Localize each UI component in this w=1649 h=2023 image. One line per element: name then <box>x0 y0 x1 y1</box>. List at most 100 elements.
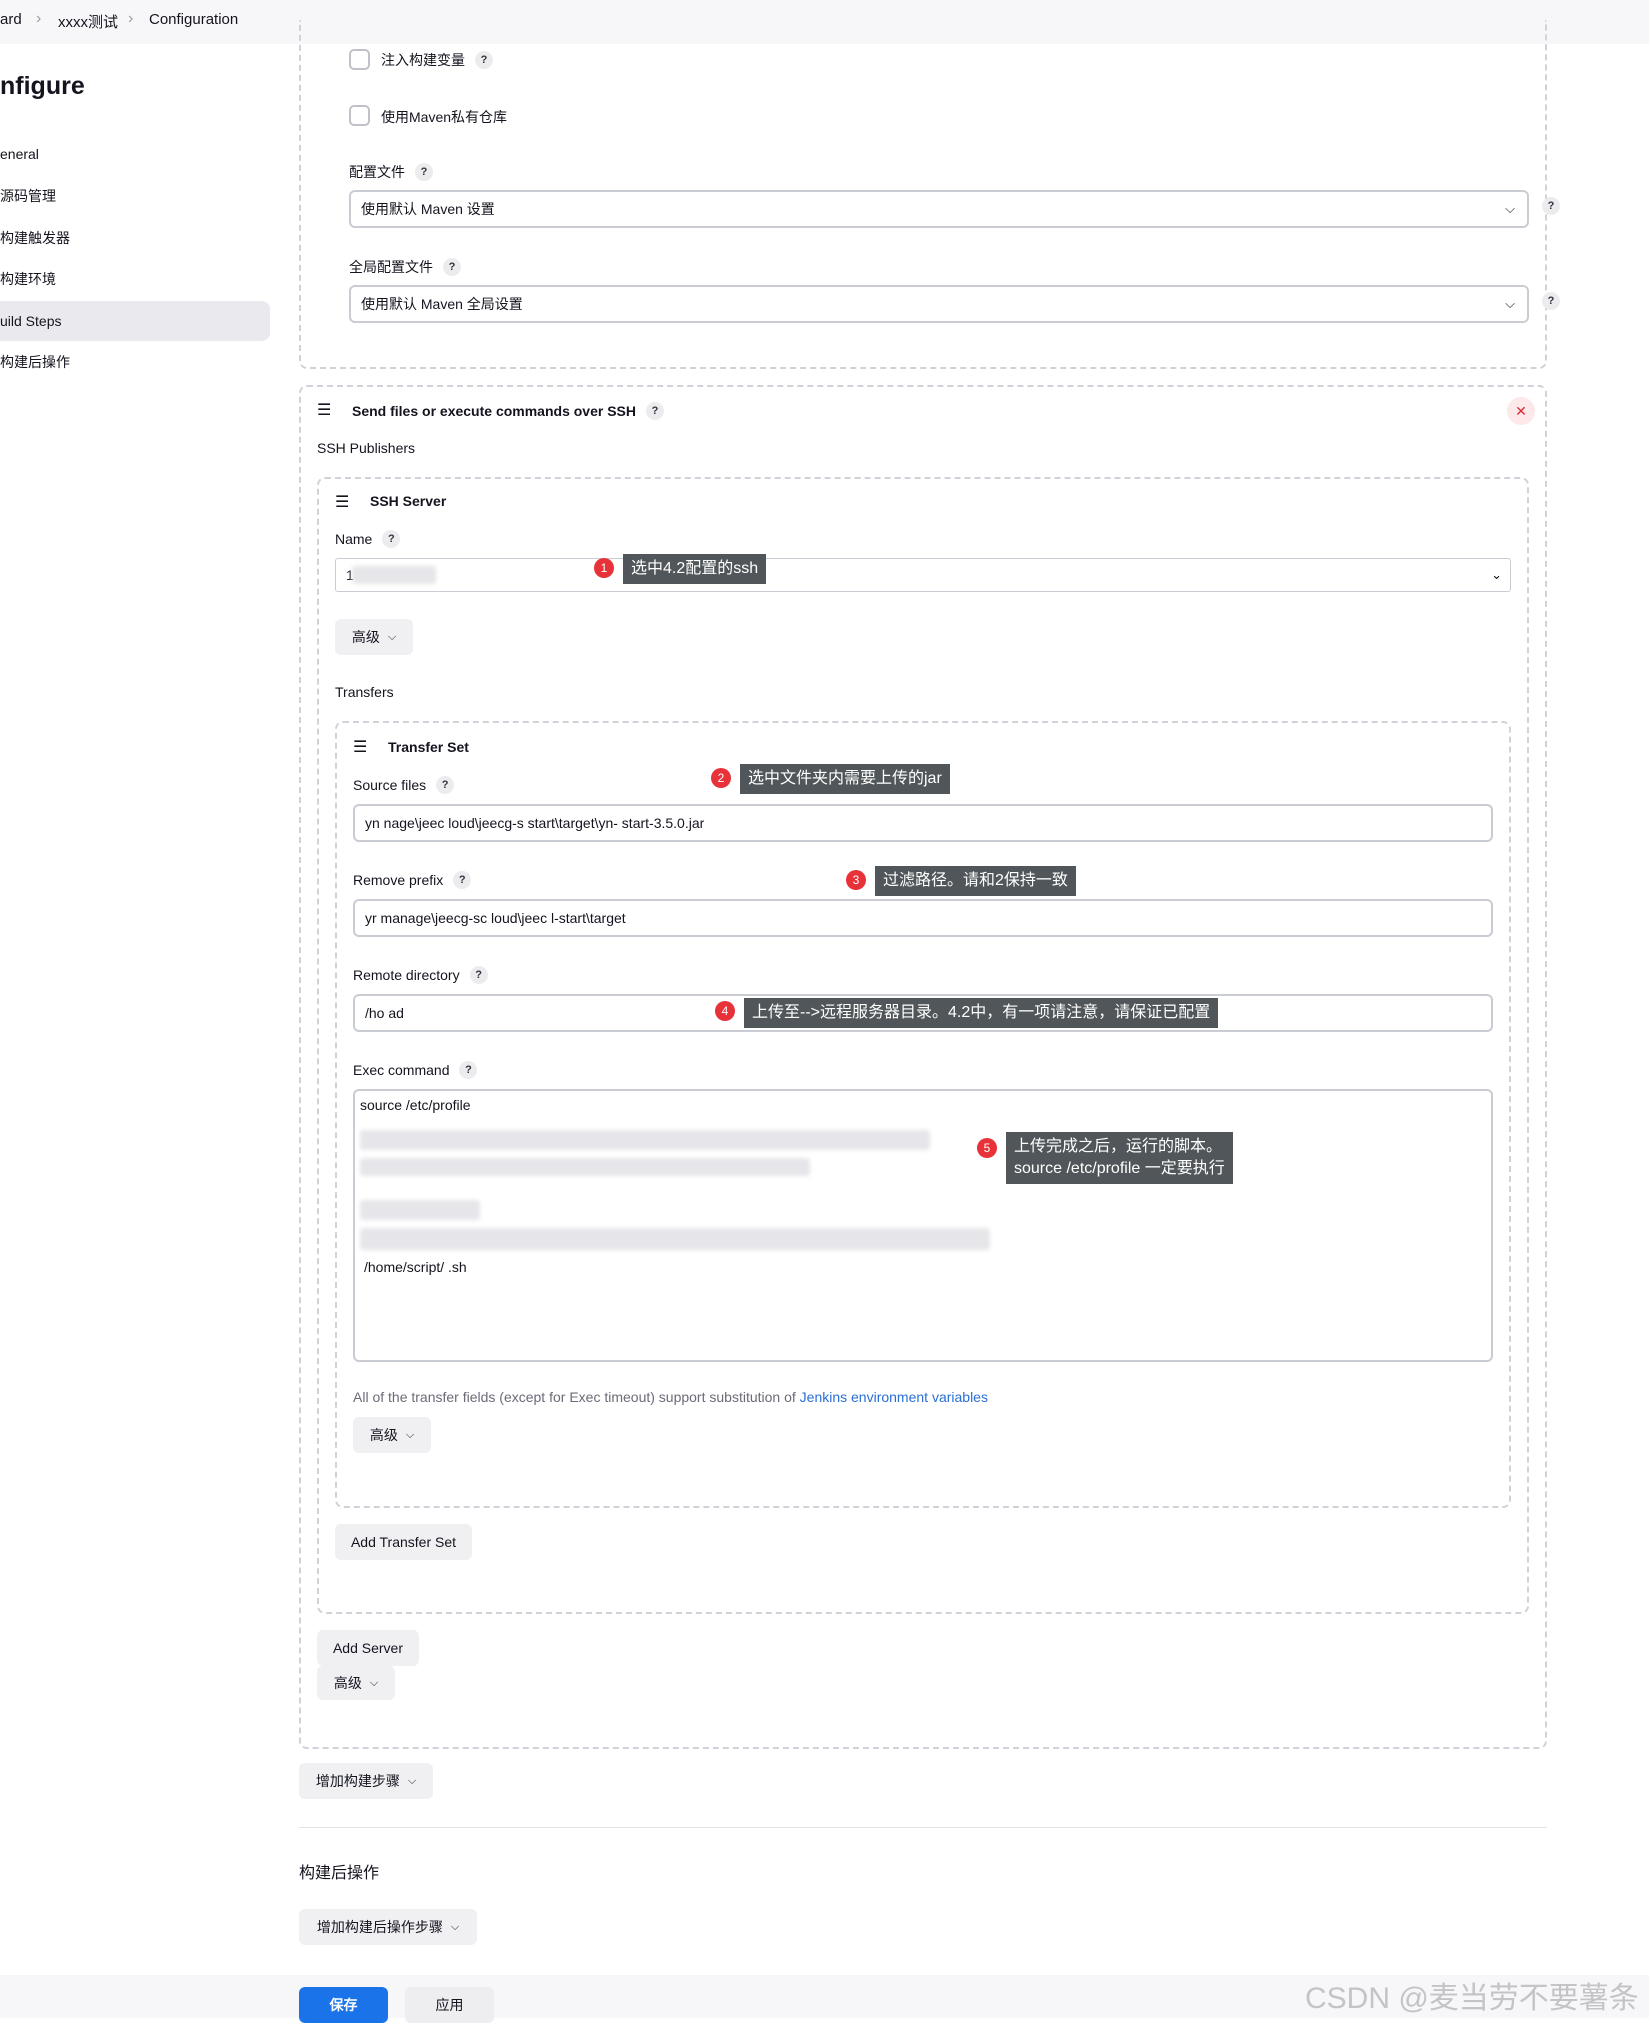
redacted-exec-line <box>360 1200 480 1220</box>
post-build-title: 构建后操作 <box>299 1865 380 1882</box>
publisher-advanced-toggle[interactable]: 高级 ⌵ <box>317 1666 395 1700</box>
transfer-note-text: All of the transfer fields (except for E… <box>353 1389 800 1405</box>
server-advanced-toggle[interactable]: 高级 ⌵ <box>335 619 413 655</box>
chevron-down-icon: ⌵ <box>369 1676 379 1689</box>
inject-build-vars-checkbox[interactable] <box>349 49 370 70</box>
callout-4-text: 上传至-->远程服务器目录。4.2中，有一项请注意，请保证已配置 <box>744 998 1219 1028</box>
section-divider <box>299 1827 1547 1828</box>
global-settings-row: 全局配置文件 ? <box>349 257 461 277</box>
advanced-label: 高级 <box>369 1427 398 1443</box>
settings-file-select[interactable]: 使用默认 Maven 设置 ⌵ <box>349 190 1529 228</box>
redacted-exec-line <box>360 1130 930 1150</box>
settings-file-value: 使用默认 Maven 设置 <box>361 201 495 217</box>
server-name-label: Name <box>335 531 373 547</box>
add-build-step-label: 增加构建步骤 <box>315 1773 400 1789</box>
add-post-build-step-button[interactable]: 增加构建后操作步骤 ⌵ <box>299 1909 477 1945</box>
add-post-build-label: 增加构建后操作步骤 <box>316 1919 443 1935</box>
callout-1-badge: 1 <box>594 558 614 578</box>
server-name-row: Name ? <box>335 530 401 548</box>
settings-file-row: 配置文件 ? <box>349 162 433 182</box>
redacted-server-name <box>352 566 436 584</box>
callout-1-text: 选中4.2配置的ssh <box>623 554 767 584</box>
chevron-down-icon: ⌵ <box>387 630 397 643</box>
advanced-label: 高级 <box>333 1675 362 1691</box>
callout-5-line-1: 上传完成之后，运行的脚本。 <box>1014 1138 1223 1155</box>
transfers-label: Transfers <box>335 684 394 700</box>
add-server-button[interactable]: Add Server <box>317 1630 419 1666</box>
chevron-right-icon: › <box>36 10 42 27</box>
transfer-advanced-toggle[interactable]: 高级 ⌵ <box>353 1417 431 1453</box>
settings-file-label: 配置文件 <box>349 164 405 180</box>
callout-5-line-2: source /etc/profile 一定要执行 <box>1014 1160 1225 1177</box>
sidebar-item-triggers[interactable]: 构建触发器 <box>0 218 270 258</box>
drag-handle-icon[interactable]: ☰ <box>335 492 349 512</box>
remote-dir-value: /ho ad <box>365 1005 404 1021</box>
chevron-down-icon: ⌵ <box>405 1428 415 1441</box>
advanced-label: 高级 <box>351 629 380 645</box>
help-icon[interactable]: ? <box>1542 292 1560 310</box>
source-files-value: yn nage\jeec loud\jeecg-s start\target\y… <box>365 815 705 831</box>
help-icon[interactable]: ? <box>469 966 488 984</box>
remote-dir-label: Remote directory <box>353 967 460 983</box>
server-name-select[interactable]: 1 ⌄ <box>335 558 1511 592</box>
add-build-step-button[interactable]: 增加构建步骤 ⌵ <box>299 1763 433 1799</box>
breadcrumb-job[interactable]: xxxx测试 <box>58 11 118 32</box>
callout-4-badge: 4 <box>715 1001 735 1021</box>
ssh-publishers-label: SSH Publishers <box>317 440 416 456</box>
exec-command-row: Exec command ? <box>353 1061 478 1079</box>
remove-prefix-label: Remove prefix <box>353 872 444 888</box>
remove-prefix-value: yr manage\jeecg-sc loud\jeec l-start\tar… <box>365 910 626 926</box>
breadcrumb-dashboard[interactable]: ard <box>0 11 22 28</box>
page-title: nfigure <box>0 72 85 100</box>
source-files-row: Source files ? <box>353 776 455 794</box>
add-transfer-set-button[interactable]: Add Transfer Set <box>335 1524 472 1560</box>
ssh-step-title-row: Send files or execute commands over SSH … <box>352 402 664 420</box>
callout-2-text: 选中文件夹内需要上传的jar <box>740 764 950 794</box>
global-settings-value: 使用默认 Maven 全局设置 <box>361 296 523 312</box>
breadcrumb-configuration: Configuration <box>149 11 239 28</box>
sidebar-item-build-steps[interactable]: uild Steps <box>0 301 270 341</box>
sidebar-item-scm[interactable]: 源码管理 <box>0 176 270 216</box>
help-icon[interactable]: ? <box>443 258 461 276</box>
help-icon[interactable]: ? <box>475 51 493 69</box>
help-icon[interactable]: ? <box>1542 197 1560 215</box>
remove-prefix-input[interactable]: yr manage\jeecg-sc loud\jeec l-start\tar… <box>353 899 1493 937</box>
help-icon[interactable]: ? <box>453 871 472 889</box>
help-icon[interactable]: ? <box>646 402 664 420</box>
drag-handle-icon[interactable]: ☰ <box>353 737 367 757</box>
chevron-down-icon: ⌵ <box>1505 296 1515 311</box>
private-repo-checkbox[interactable] <box>349 105 370 126</box>
global-settings-label: 全局配置文件 <box>349 259 433 275</box>
sidebar-item-general[interactable]: eneral <box>0 134 270 174</box>
exec-command-label: Exec command <box>353 1062 450 1078</box>
help-icon[interactable]: ? <box>459 1061 478 1079</box>
private-repo-label: 使用Maven私有仓库 <box>381 109 508 125</box>
chevron-down-icon: ⌄ <box>1491 567 1502 582</box>
ssh-step-title: Send files or execute commands over SSH <box>352 403 636 419</box>
exec-command-line-last: /home/script/ .sh <box>364 1259 467 1275</box>
ssh-server-title: SSH Server <box>370 493 447 509</box>
callout-5-badge: 5 <box>977 1138 997 1158</box>
sidebar-item-environment[interactable]: 构建环境 <box>0 259 270 299</box>
callout-2-badge: 2 <box>711 768 731 788</box>
callout-3-text: 过滤路径。请和2保持一致 <box>875 866 1076 896</box>
help-icon[interactable]: ? <box>382 530 401 548</box>
remove-prefix-row: Remove prefix ? <box>353 871 472 889</box>
chevron-right-icon: › <box>128 10 134 27</box>
drag-handle-icon[interactable]: ☰ <box>317 400 331 420</box>
sidebar-item-post-build[interactable]: 构建后操作 <box>0 342 270 382</box>
exec-command-line-1: source /etc/profile <box>360 1097 471 1113</box>
csdn-watermark: CSDN @麦当劳不要薯条 <box>1305 1982 1639 2015</box>
callout-3-badge: 3 <box>846 870 866 890</box>
transfer-set-title: Transfer Set <box>388 739 469 755</box>
help-icon[interactable]: ? <box>436 776 455 794</box>
source-files-input[interactable]: yn nage\jeec loud\jeecg-s start\target\y… <box>353 804 1493 842</box>
close-icon[interactable]: ✕ <box>1507 397 1535 425</box>
source-files-label: Source files <box>353 777 427 793</box>
remote-dir-row: Remote directory ? <box>353 966 488 984</box>
help-icon[interactable]: ? <box>415 163 433 181</box>
global-settings-select[interactable]: 使用默认 Maven 全局设置 ⌵ <box>349 285 1529 323</box>
chevron-down-icon: ⌵ <box>407 1774 417 1787</box>
jenkins-env-vars-link[interactable]: Jenkins environment variables <box>800 1389 988 1405</box>
inject-build-vars-row: 注入构建变量 ? <box>381 50 493 70</box>
